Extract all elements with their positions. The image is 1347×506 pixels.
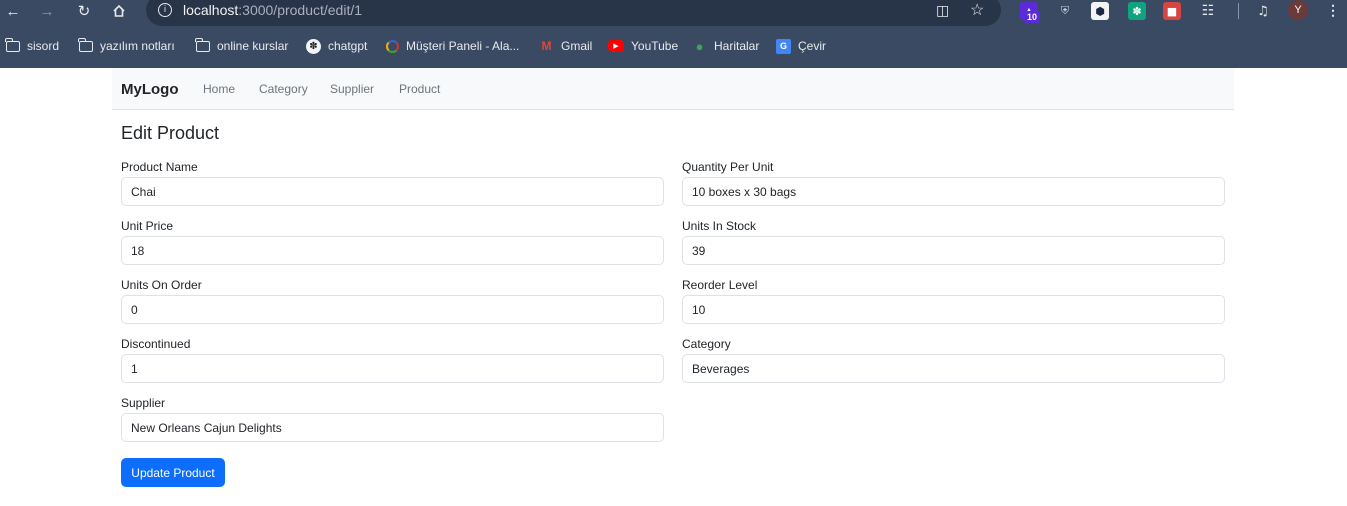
update-product-button[interactable]: Update Product <box>121 458 225 487</box>
site-info-icon[interactable]: i <box>158 3 172 17</box>
unit-price-group: Unit Price <box>121 219 664 265</box>
bookmark-musteri-paneli[interactable]: Müşteri Paneli - Ala... <box>386 34 519 58</box>
supplier-label: Supplier <box>121 396 166 410</box>
gmail-icon: M <box>541 39 552 53</box>
units-on-order-input[interactable] <box>121 295 664 324</box>
unit-price-label: Unit Price <box>121 219 174 233</box>
category-label: Category <box>682 337 731 351</box>
chatgpt-icon: ✽ <box>306 38 321 54</box>
bookmarks-bar: sisord yazılım notları online kurslar ✽ … <box>0 34 1347 60</box>
quantity-per-unit-input[interactable] <box>682 177 1225 206</box>
brand-logo[interactable]: MyLogo <box>121 81 179 98</box>
reload-icon[interactable]: ↻ <box>73 0 95 22</box>
discontinued-input[interactable] <box>121 354 664 383</box>
bookmark-haritalar[interactable]: ● Haritalar <box>692 34 760 58</box>
discontinued-group: Discontinued <box>121 337 664 383</box>
quantity-per-unit-label: Quantity Per Unit <box>682 160 774 174</box>
unit-price-input[interactable] <box>121 236 664 265</box>
supplier-input[interactable] <box>121 413 664 442</box>
bookmark-gmail[interactable]: M Gmail <box>539 34 593 58</box>
hexagon-extension-icon[interactable]: ⬢ <box>1091 2 1109 20</box>
folder-icon <box>195 37 210 54</box>
bookmark-yazilim-notlari[interactable]: yazılım notları <box>78 34 175 58</box>
install-app-icon[interactable]: ◫ <box>936 2 949 19</box>
browser-chrome: ← → ↻ i localhost:3000/product/edit/1 ◫ … <box>0 0 1347 68</box>
red-extension-icon[interactable]: ■ <box>1163 2 1181 20</box>
nav-link-supplier[interactable]: Supplier <box>330 82 374 96</box>
discontinued-label: Discontinued <box>121 337 191 351</box>
puzzle-extensions-icon[interactable]: ☷ <box>1199 2 1217 20</box>
reorder-level-group: Reorder Level <box>682 278 1225 324</box>
bookmark-star-icon[interactable]: ☆ <box>970 0 984 20</box>
bookmark-chatgpt[interactable]: ✽ chatgpt <box>306 34 367 58</box>
browser-menu-icon[interactable]: ⋮ <box>1326 2 1340 19</box>
address-bar[interactable]: i localhost:3000/product/edit/1 ◫ ☆ <box>146 0 1001 26</box>
folder-icon <box>78 37 93 54</box>
nav-link-product[interactable]: Product <box>399 82 440 96</box>
toolbar-divider <box>1238 3 1239 19</box>
navbar: MyLogo Home Category Supplier Product <box>112 68 1234 110</box>
profile-avatar[interactable]: Y <box>1288 0 1308 20</box>
browser-toolbar: ← → ↻ i localhost:3000/product/edit/1 ◫ … <box>0 0 1347 26</box>
folder-icon <box>5 37 20 54</box>
media-control-icon[interactable]: ♫ <box>1254 2 1272 20</box>
units-in-stock-label: Units In Stock <box>682 219 757 233</box>
page-content: MyLogo Home Category Supplier Product Ed… <box>0 68 1347 506</box>
youtube-icon: ▶ <box>608 40 624 52</box>
home-icon[interactable] <box>108 0 130 22</box>
back-arrow-icon[interactable]: ← <box>2 0 24 22</box>
units-in-stock-input[interactable] <box>682 236 1225 265</box>
extension-badge: 10 <box>1024 11 1041 23</box>
nav-link-home[interactable]: Home <box>203 82 235 96</box>
quantity-per-unit-group: Quantity Per Unit <box>682 160 1225 206</box>
product-name-group: Product Name <box>121 160 664 206</box>
page-title: Edit Product <box>121 123 220 143</box>
supplier-group: Supplier <box>121 396 664 442</box>
translate-icon: G <box>776 38 791 54</box>
bookmark-sisord[interactable]: sisord <box>5 34 59 58</box>
address-url[interactable]: localhost:3000/product/edit/1 <box>183 2 362 18</box>
maps-icon: ● <box>695 38 704 54</box>
shield-extension-icon[interactable]: ⛨ <box>1056 2 1074 20</box>
nav-link-category[interactable]: Category <box>259 82 308 96</box>
reorder-level-input[interactable] <box>682 295 1225 324</box>
bookmark-cevir[interactable]: G Çevir <box>776 34 826 58</box>
units-on-order-label: Units On Order <box>121 278 202 292</box>
product-name-input[interactable] <box>121 177 664 206</box>
category-input[interactable] <box>682 354 1225 383</box>
units-on-order-group: Units On Order <box>121 278 664 324</box>
chatgpt-extension-icon[interactable]: ✽ <box>1128 2 1146 20</box>
panel-icon <box>386 39 399 53</box>
reorder-level-label: Reorder Level <box>682 278 758 292</box>
product-name-label: Product Name <box>121 160 198 174</box>
forward-arrow-icon[interactable]: → <box>36 0 58 22</box>
category-group: Category <box>682 337 1225 383</box>
units-in-stock-group: Units In Stock <box>682 219 1225 265</box>
bookmark-youtube[interactable]: ▶ YouTube <box>608 34 678 58</box>
bookmark-online-kurslar[interactable]: online kurslar <box>195 34 288 58</box>
